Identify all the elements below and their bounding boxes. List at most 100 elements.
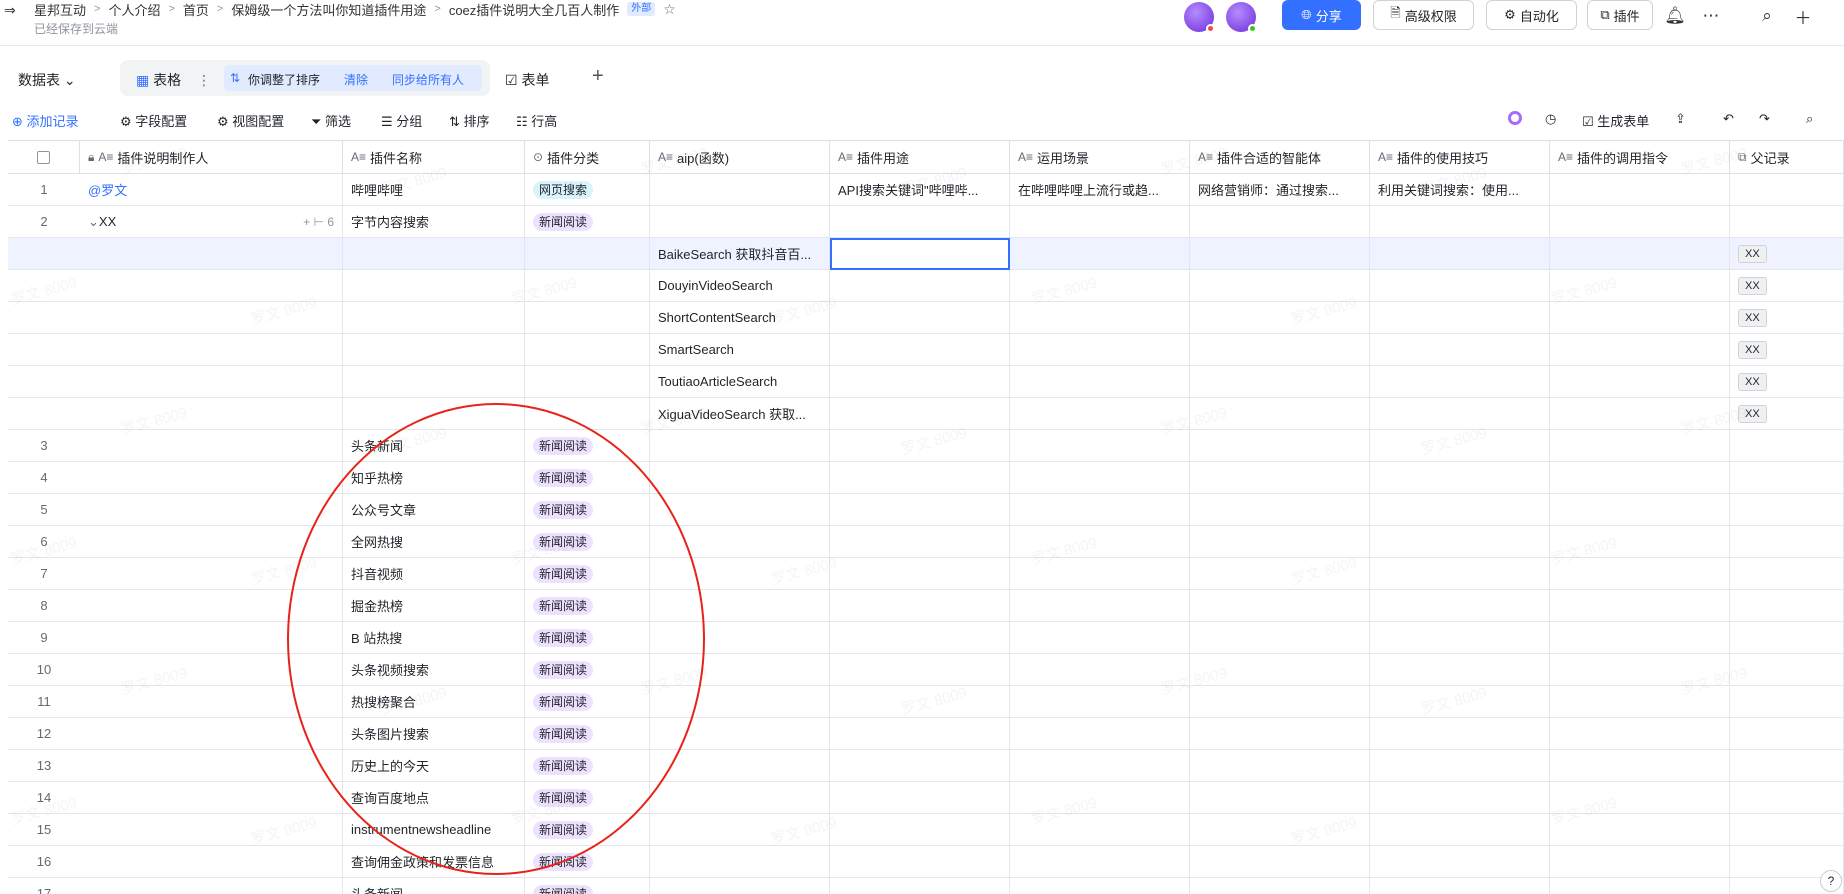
cell-command[interactable] bbox=[1550, 654, 1730, 686]
bell-icon[interactable]: 🔔︎ bbox=[1663, 4, 1687, 28]
cell-command[interactable] bbox=[1550, 814, 1730, 846]
cell-scene[interactable] bbox=[1010, 334, 1190, 366]
select-all-checkbox[interactable] bbox=[8, 140, 80, 174]
cell-api[interactable] bbox=[650, 174, 830, 206]
view-config-button[interactable]: ⚙ 视图配置 bbox=[217, 111, 284, 130]
cell-agent[interactable] bbox=[1190, 814, 1370, 846]
more-icon[interactable]: ⋯ bbox=[1699, 4, 1723, 28]
cell-api[interactable] bbox=[650, 526, 830, 558]
share-view-icon[interactable]: ⇪ bbox=[1675, 111, 1686, 127]
cell-parent[interactable] bbox=[1730, 206, 1844, 238]
cell-agent[interactable] bbox=[1190, 302, 1370, 334]
cell-category[interactable]: 新闻阅读 bbox=[525, 430, 650, 462]
cell-category[interactable]: 新闻阅读 bbox=[525, 526, 650, 558]
sub-record-row[interactable]: DouyinVideoSearch XX bbox=[0, 270, 1844, 302]
cell-plugin-name[interactable]: 公众号文章 bbox=[343, 494, 525, 526]
cell-tips[interactable] bbox=[1370, 750, 1550, 782]
cell-api[interactable] bbox=[650, 750, 830, 782]
cell-command[interactable] bbox=[1550, 526, 1730, 558]
cell-tips[interactable] bbox=[1370, 526, 1550, 558]
cell-tips[interactable] bbox=[1370, 622, 1550, 654]
cell-category[interactable]: 新闻阅读 bbox=[525, 494, 650, 526]
table-row[interactable]: 2 ⌄ XX + ⊢ 6 字节内容搜索 新闻阅读 bbox=[0, 206, 1844, 238]
cell-scene[interactable] bbox=[1010, 718, 1190, 750]
cell-parent[interactable]: XX bbox=[1730, 366, 1844, 398]
cell-scene[interactable] bbox=[1010, 750, 1190, 782]
cell-agent[interactable] bbox=[1190, 366, 1370, 398]
cell-category[interactable]: 新闻阅读 bbox=[525, 654, 650, 686]
cell-parent[interactable]: XX bbox=[1730, 398, 1844, 430]
table-row[interactable]: 16 查询佣金政策和发票信息 新闻阅读 bbox=[0, 846, 1844, 878]
cell-scene[interactable] bbox=[1010, 430, 1190, 462]
star-icon[interactable]: ☆ bbox=[663, 1, 676, 18]
cell-plugin-name[interactable]: 抖音视频 bbox=[343, 558, 525, 590]
cell-agent[interactable] bbox=[1190, 270, 1370, 302]
cell-parent[interactable] bbox=[1730, 430, 1844, 462]
history-icon[interactable]: ◷ bbox=[1545, 111, 1556, 127]
cell-plugin-name[interactable]: 全网热搜 bbox=[343, 526, 525, 558]
cell-tips[interactable] bbox=[1370, 558, 1550, 590]
cell-plugin-name[interactable] bbox=[343, 366, 525, 398]
cell-agent[interactable] bbox=[1190, 718, 1370, 750]
cell-tips[interactable] bbox=[1370, 654, 1550, 686]
cell-tips[interactable] bbox=[1370, 686, 1550, 718]
cell-scene[interactable] bbox=[1010, 686, 1190, 718]
cell-api[interactable] bbox=[650, 718, 830, 750]
cell-usage[interactable] bbox=[830, 590, 1010, 622]
cell-author[interactable] bbox=[80, 750, 343, 782]
tab-form[interactable]: ☑ 表单 bbox=[505, 70, 549, 90]
cell-api[interactable] bbox=[650, 878, 830, 894]
cell-author[interactable] bbox=[80, 558, 343, 590]
cell-usage[interactable] bbox=[830, 622, 1010, 654]
cell-author[interactable] bbox=[80, 302, 343, 334]
cell-command[interactable] bbox=[1550, 270, 1730, 302]
column-header-category[interactable]: ⊙ 插件分类 bbox=[525, 140, 650, 174]
cell-category[interactable]: 新闻阅读 bbox=[525, 750, 650, 782]
avatar[interactable] bbox=[1184, 2, 1215, 33]
cell-parent[interactable] bbox=[1730, 494, 1844, 526]
cell-parent[interactable] bbox=[1730, 782, 1844, 814]
cell-scene[interactable] bbox=[1010, 302, 1190, 334]
cell-agent[interactable] bbox=[1190, 334, 1370, 366]
cell-command[interactable] bbox=[1550, 558, 1730, 590]
cell-usage[interactable] bbox=[830, 462, 1010, 494]
cell-api[interactable] bbox=[650, 462, 830, 494]
cell-api[interactable] bbox=[650, 558, 830, 590]
cell-author[interactable] bbox=[80, 782, 343, 814]
cell-tips[interactable] bbox=[1370, 782, 1550, 814]
cell-scene[interactable] bbox=[1010, 398, 1190, 430]
cell-category[interactable]: 新闻阅读 bbox=[525, 462, 650, 494]
cell-usage[interactable]: API搜索关键词"哔哩哔... bbox=[830, 174, 1010, 206]
cell-category[interactable]: 网页搜索 bbox=[525, 174, 650, 206]
cell-author[interactable] bbox=[80, 270, 343, 302]
cell-command[interactable] bbox=[1550, 750, 1730, 782]
datasheet-dropdown[interactable]: 数据表 ⌄ bbox=[18, 70, 76, 90]
cell-author[interactable] bbox=[80, 398, 343, 430]
cell-plugin-name[interactable] bbox=[343, 302, 525, 334]
cell-parent[interactable] bbox=[1730, 590, 1844, 622]
cell-command[interactable] bbox=[1550, 622, 1730, 654]
cell-scene[interactable] bbox=[1010, 622, 1190, 654]
cell-author[interactable] bbox=[80, 462, 343, 494]
cell-plugin-name[interactable]: 查询佣金政策和发票信息 bbox=[343, 846, 525, 878]
cell-parent[interactable] bbox=[1730, 526, 1844, 558]
generate-form-button[interactable]: ☑ 生成表单 bbox=[1582, 111, 1649, 130]
breadcrumb-item[interactable]: 保姆级一个方法叫你知道插件用途 bbox=[231, 0, 426, 19]
cell-category[interactable]: 新闻阅读 bbox=[525, 558, 650, 590]
cell-category[interactable] bbox=[525, 398, 650, 430]
column-header-plugin-name[interactable]: A≡ 插件名称 bbox=[343, 140, 525, 174]
cell-category[interactable] bbox=[525, 366, 650, 398]
cell-agent[interactable] bbox=[1190, 590, 1370, 622]
table-row[interactable]: 7 抖音视频 新闻阅读 bbox=[0, 558, 1844, 590]
cell-scene[interactable] bbox=[1010, 270, 1190, 302]
cell-category[interactable]: 新闻阅读 bbox=[525, 846, 650, 878]
add-record-button[interactable]: ⊕ 添加记录 bbox=[12, 111, 79, 130]
breadcrumb-current[interactable]: coez插件说明大全几百人制作 bbox=[449, 0, 619, 19]
cell-usage[interactable] bbox=[830, 814, 1010, 846]
cell-parent[interactable] bbox=[1730, 718, 1844, 750]
cell-author[interactable] bbox=[80, 686, 343, 718]
cell-category[interactable]: 新闻阅读 bbox=[525, 590, 650, 622]
plus-icon[interactable]: ＋ bbox=[1791, 4, 1815, 28]
cell-agent[interactable] bbox=[1190, 782, 1370, 814]
cell-category[interactable] bbox=[525, 334, 650, 366]
